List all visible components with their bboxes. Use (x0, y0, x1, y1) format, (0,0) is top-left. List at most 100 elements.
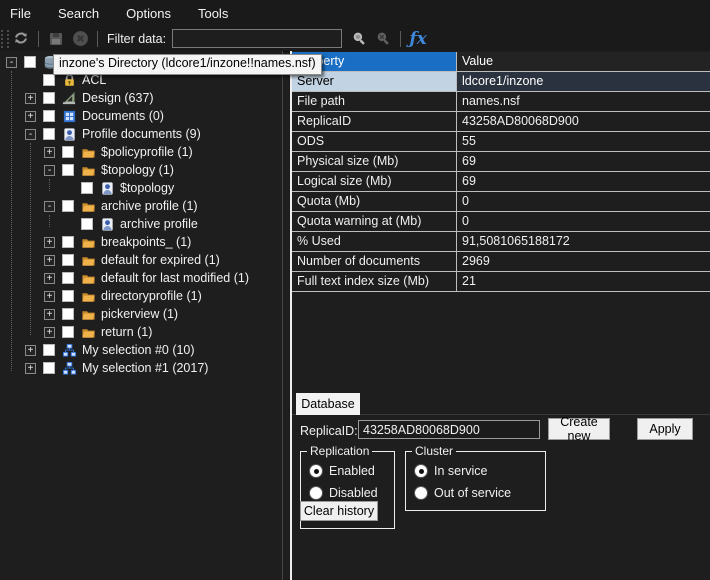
property-value-cell[interactable]: 43258AD80068D900 (457, 112, 710, 132)
tree-item-checkbox[interactable] (62, 272, 74, 284)
replication-option-enabled[interactable]: Enabled (309, 464, 375, 478)
property-row-number-of-documents[interactable]: Number of documents2969 (292, 252, 710, 272)
property-row-physical-size-mb[interactable]: Physical size (Mb)69 (292, 152, 710, 172)
radio-icon[interactable] (309, 486, 323, 500)
property-value-cell[interactable]: names.nsf (457, 92, 710, 112)
tree-item-checkbox[interactable] (62, 200, 74, 212)
save-icon[interactable] (45, 29, 67, 49)
replication-option-disabled[interactable]: Disabled (309, 486, 378, 500)
expand-icon[interactable]: + (44, 273, 55, 284)
expand-icon[interactable]: + (44, 309, 55, 320)
property-name-cell[interactable]: ODS (292, 132, 457, 152)
tree-item-checkbox[interactable] (81, 182, 93, 194)
clear-history-button[interactable]: Clear history (300, 501, 378, 521)
tree-item-checkbox[interactable] (43, 110, 55, 122)
tree-item-checkbox[interactable] (62, 146, 74, 158)
property-name-cell[interactable]: Quota (Mb) (292, 192, 457, 212)
tree-item-checkbox[interactable] (62, 326, 74, 338)
expand-icon[interactable]: + (44, 291, 55, 302)
property-value-cell[interactable]: 21 (457, 272, 710, 292)
tree-item-topology[interactable]: $topology (0, 180, 282, 198)
property-value-cell[interactable]: 69 (457, 172, 710, 192)
toolbar-grip[interactable] (1, 30, 9, 48)
tree-item-checkbox[interactable] (62, 254, 74, 266)
radio-icon[interactable] (414, 486, 428, 500)
collapse-icon[interactable]: - (44, 201, 55, 212)
property-name-cell[interactable]: Logical size (Mb) (292, 172, 457, 192)
property-value-cell[interactable]: 91,5081065188172 (457, 232, 710, 252)
property-name-cell[interactable]: Full text index size (Mb) (292, 272, 457, 292)
property-value-cell[interactable]: 69 (457, 152, 710, 172)
property-row-used[interactable]: % Used91,5081065188172 (292, 232, 710, 252)
collapse-icon[interactable]: - (44, 165, 55, 176)
stop-icon[interactable] (69, 29, 91, 49)
menu-options[interactable]: Options (126, 2, 171, 25)
expand-icon[interactable]: + (44, 147, 55, 158)
collapse-icon[interactable]: - (6, 57, 17, 68)
tree-item-return-1[interactable]: +return (1) (0, 324, 282, 342)
tree-item-checkbox[interactable] (43, 128, 55, 140)
tree-item-profile-documents-9[interactable]: -Profile documents (9) (0, 126, 282, 144)
property-row-quota-mb[interactable]: Quota (Mb)0 (292, 192, 710, 212)
collapse-icon[interactable]: - (25, 129, 36, 140)
property-row-ods[interactable]: ODS55 (292, 132, 710, 152)
expand-icon[interactable]: + (44, 255, 55, 266)
tree-item-my-selection-1-2017[interactable]: +My selection #1 (2017) (0, 360, 282, 378)
formula-icon[interactable]: ƒx (407, 29, 429, 49)
property-name-cell[interactable]: ReplicaID (292, 112, 457, 132)
property-value-cell[interactable]: 0 (457, 192, 710, 212)
tree-item-default-for-last-modified-1[interactable]: +default for last modified (1) (0, 270, 282, 288)
tree-item-design-637[interactable]: +Design (637) (0, 90, 282, 108)
expand-icon[interactable]: + (44, 237, 55, 248)
search-clear-icon[interactable] (372, 29, 394, 49)
tab-database[interactable]: Database (296, 393, 360, 415)
tree-item-default-for-expired-1[interactable]: +default for expired (1) (0, 252, 282, 270)
tree-item-checkbox[interactable] (24, 56, 36, 68)
filter-input[interactable] (172, 29, 342, 48)
tree-item-checkbox[interactable] (62, 308, 74, 320)
tree-item-checkbox[interactable] (62, 236, 74, 248)
tree-item-checkbox[interactable] (43, 92, 55, 104)
tree-item-topology-1[interactable]: -$topology (1) (0, 162, 282, 180)
tree-item-documents-0[interactable]: +Documents (0) (0, 108, 282, 126)
tree-item-checkbox[interactable] (62, 290, 74, 302)
property-value-cell[interactable]: 0 (457, 212, 710, 232)
refresh-icon[interactable] (10, 29, 32, 49)
property-row-file-path[interactable]: File pathnames.nsf (292, 92, 710, 112)
apply-button[interactable]: Apply (637, 418, 693, 440)
tree-item-breakpoints-1[interactable]: +breakpoints_ (1) (0, 234, 282, 252)
property-name-cell[interactable]: File path (292, 92, 457, 112)
menu-file[interactable]: File (10, 2, 31, 25)
menu-tools[interactable]: Tools (198, 2, 228, 25)
tree-item-policyprofile-1[interactable]: +$policyprofile (1) (0, 144, 282, 162)
search-icon[interactable] (348, 29, 370, 49)
expand-icon[interactable]: + (25, 93, 36, 104)
radio-selected-icon[interactable] (414, 464, 428, 478)
property-name-cell[interactable]: Server (292, 72, 457, 92)
expand-icon[interactable]: + (25, 363, 36, 374)
tree-item-checkbox[interactable] (43, 74, 55, 86)
property-row-replicaid[interactable]: ReplicaID43258AD80068D900 (292, 112, 710, 132)
tree-item-checkbox[interactable] (81, 218, 93, 230)
expand-icon[interactable]: + (44, 327, 55, 338)
property-value-cell[interactable]: ldcore1/inzone (457, 72, 710, 92)
property-name-cell[interactable]: Physical size (Mb) (292, 152, 457, 172)
radio-selected-icon[interactable] (309, 464, 323, 478)
column-header-value[interactable]: Value (457, 52, 710, 72)
cluster-option-in-service[interactable]: In service (414, 464, 488, 478)
tree-item-archive-profile-1[interactable]: -archive profile (1) (0, 198, 282, 216)
create-new-button[interactable]: Create new (548, 418, 610, 440)
menu-search[interactable]: Search (58, 2, 99, 25)
tree-item-pickerview-1[interactable]: +pickerview (1) (0, 306, 282, 324)
tree-item-checkbox[interactable] (43, 344, 55, 356)
expand-icon[interactable]: + (25, 111, 36, 122)
property-name-cell[interactable]: Quota warning at (Mb) (292, 212, 457, 232)
replica-id-input[interactable] (358, 420, 540, 439)
tree-item-my-selection-0-10[interactable]: +My selection #0 (10) (0, 342, 282, 360)
property-value-cell[interactable]: 2969 (457, 252, 710, 272)
property-name-cell[interactable]: % Used (292, 232, 457, 252)
tree-item-checkbox[interactable] (43, 362, 55, 374)
property-row-full-text-index-size-mb[interactable]: Full text index size (Mb)21 (292, 272, 710, 292)
tree-item-checkbox[interactable] (62, 164, 74, 176)
tree-item-directoryprofile-1[interactable]: +directoryprofile (1) (0, 288, 282, 306)
